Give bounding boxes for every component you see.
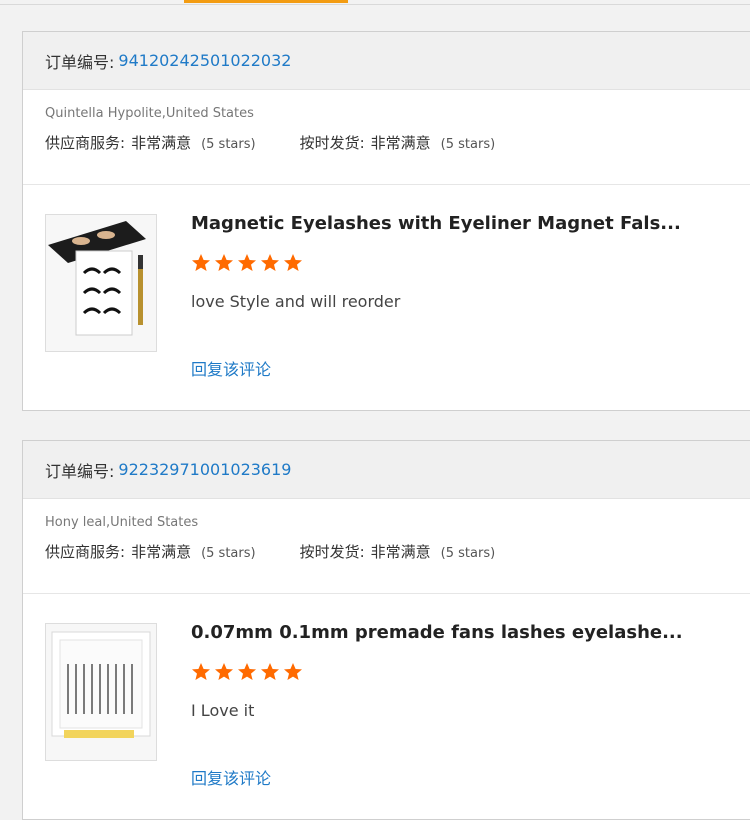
order-number-label: 订单编号: — [45, 52, 115, 72]
on-time-stars: (5 stars) — [440, 137, 496, 152]
supplier-service-value: 非常满意 — [131, 543, 192, 561]
reply-review-link[interactable]: 回复该评论 — [191, 356, 271, 380]
on-time-rating: 按时发货: 非常满意 (5 stars) — [300, 541, 496, 562]
buyer-name: Quintella Hypolite,United States — [45, 106, 254, 121]
eyelash-kit-image — [46, 215, 156, 351]
on-time-label: 按时发货: — [299, 134, 365, 152]
supplier-service-rating: 供应商服务: 非常满意 (5 stars) — [45, 541, 256, 562]
active-tab-indicator[interactable] — [184, 0, 348, 3]
star-icon — [261, 663, 279, 680]
review-card: 订单编号: 94120242501022032 Quintella Hypoli… — [22, 31, 750, 411]
on-time-stars: (5 stars) — [440, 546, 496, 561]
product-title-link[interactable]: 0.07mm 0.1mm premade fans lashes eyelash… — [191, 622, 683, 643]
review-comment: love Style and will reorder — [191, 292, 401, 311]
on-time-rating: 按时发货: 非常满意 (5 stars) — [300, 132, 496, 153]
star-icon — [238, 663, 256, 680]
buyer-name: Hony leal,United States — [45, 515, 199, 530]
supplier-service-label: 供应商服务: — [45, 134, 126, 152]
product-thumbnail[interactable] — [45, 214, 157, 352]
star-icon — [192, 663, 210, 680]
order-header: 订单编号: 94120242501022032 — [23, 32, 750, 90]
lash-tray-image — [46, 624, 156, 760]
product-thumbnail[interactable] — [45, 623, 157, 761]
ratings-row: 供应商服务: 非常满意 (5 stars) 按时发货: 非常满意 (5 star… — [45, 132, 739, 153]
review-body: 0.07mm 0.1mm premade fans lashes eyelash… — [23, 594, 750, 820]
buyer-info: Hony leal,United States 供应商服务: 非常满意 (5 s… — [23, 499, 750, 594]
buyer-info: Quintella Hypolite,United States 供应商服务: … — [23, 90, 750, 185]
ratings-row: 供应商服务: 非常满意 (5 stars) 按时发货: 非常满意 (5 star… — [45, 541, 739, 562]
supplier-service-label: 供应商服务: — [45, 543, 126, 561]
star-icon — [215, 254, 233, 271]
on-time-value: 非常满意 — [370, 134, 431, 152]
star-icon — [238, 254, 256, 271]
star-icon — [215, 663, 233, 680]
rating-stars — [191, 253, 303, 273]
order-number-link[interactable]: 94120242501022032 — [118, 51, 291, 70]
star-icon — [284, 663, 302, 680]
star-icon — [284, 254, 302, 271]
review-body: Magnetic Eyelashes with Eyeliner Magnet … — [23, 185, 750, 411]
on-time-label: 按时发货: — [299, 543, 365, 561]
order-number-label: 订单编号: — [45, 461, 115, 481]
on-time-value: 非常满意 — [370, 543, 431, 561]
supplier-service-value: 非常满意 — [131, 134, 192, 152]
supplier-service-stars: (5 stars) — [201, 546, 256, 561]
star-icon — [192, 254, 210, 271]
supplier-service-rating: 供应商服务: 非常满意 (5 stars) — [45, 132, 256, 153]
product-title-link[interactable]: Magnetic Eyelashes with Eyeliner Magnet … — [191, 213, 681, 234]
tab-bar — [0, 0, 750, 5]
review-comment: I Love it — [191, 701, 255, 720]
order-number-link[interactable]: 92232971001023619 — [118, 460, 291, 479]
supplier-service-stars: (5 stars) — [201, 137, 256, 152]
rating-stars — [191, 662, 303, 682]
star-icon — [261, 254, 279, 271]
review-card: 订单编号: 92232971001023619 Hony leal,United… — [22, 440, 750, 820]
reply-review-link[interactable]: 回复该评论 — [191, 765, 271, 789]
order-header: 订单编号: 92232971001023619 — [23, 441, 750, 499]
